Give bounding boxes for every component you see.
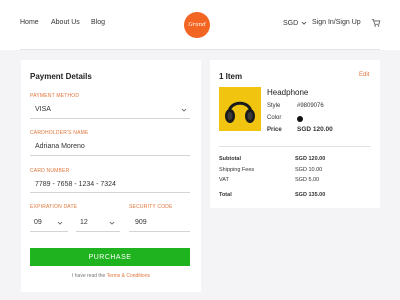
product-name: Headphone xyxy=(267,88,309,97)
item-count-title: 1 Item xyxy=(219,72,243,81)
terms-text: I have read the Terms & Conditions xyxy=(21,273,201,279)
vat-label: VAT xyxy=(219,177,229,183)
vat-value: SGD 5.00 xyxy=(295,177,320,183)
chevron-down-icon xyxy=(181,108,187,112)
cardholder-name-input[interactable]: Adriana Moreno xyxy=(35,143,85,150)
security-code-input[interactable]: 909 xyxy=(135,219,147,226)
brand-logo[interactable]: Grand xyxy=(184,12,210,38)
security-code-label: SECURITY CODE xyxy=(129,204,173,210)
edit-cart-link[interactable]: Edit xyxy=(359,72,369,78)
style-label: Style xyxy=(267,103,281,109)
chevron-down-icon xyxy=(57,221,63,225)
payment-method-underline xyxy=(30,118,190,119)
security-code-underline xyxy=(129,231,190,232)
terms-prefix: I have read the xyxy=(71,273,107,279)
price-value: SGD 120.00 xyxy=(297,126,333,133)
order-summary-card: 1 Item Edit Headphone Style #9809076 Col… xyxy=(210,60,380,208)
expiry-year-underline xyxy=(76,231,120,232)
expiration-date-label: EXPIRATION DATE xyxy=(30,204,78,210)
expiry-month-value: 09 xyxy=(34,219,42,226)
card-number-input[interactable]: 7789 - 7658 - 1234 - 7324 xyxy=(35,181,116,188)
nav-blog-link[interactable]: Blog xyxy=(91,19,105,26)
payment-details-title: Payment Details xyxy=(30,72,92,81)
payment-details-card: Payment Details PAYMENT METHOD VISA CARD… xyxy=(21,60,201,292)
brand-logo-text: Grand xyxy=(188,22,206,28)
headphone-image xyxy=(219,87,261,131)
chevron-down-icon xyxy=(301,21,307,25)
payment-method-label: PAYMENT METHOD xyxy=(30,93,80,99)
payment-method-value: VISA xyxy=(35,106,51,113)
price-label: Price xyxy=(267,127,282,133)
top-navigation-bar: Home About Us Blog Grand SGD Sign In/Sig… xyxy=(0,0,400,50)
terms-and-conditions-link[interactable]: Terms & Conditions xyxy=(107,273,150,279)
summary-divider xyxy=(219,146,371,147)
chevron-down-icon xyxy=(109,221,115,225)
subtotal-label: Subtotal xyxy=(219,156,241,162)
color-label: Color xyxy=(267,115,282,121)
card-number-underline xyxy=(30,192,190,193)
total-label: Total xyxy=(219,192,232,198)
subtotal-value: SGD 120.00 xyxy=(295,156,326,162)
expiry-year-value: 12 xyxy=(80,219,88,226)
nav-about-us-link[interactable]: About Us xyxy=(51,19,80,26)
header-divider xyxy=(20,49,380,50)
headphone-image-graphic xyxy=(225,101,255,123)
cardholder-name-underline xyxy=(30,155,190,156)
currency-label: SGD xyxy=(283,19,299,27)
currency-selector[interactable]: SGD xyxy=(283,19,308,27)
sign-in-sign-up-link[interactable]: Sign In/Sign Up xyxy=(312,19,361,26)
expiry-year-select[interactable]: 12 xyxy=(76,216,120,230)
purchase-button[interactable]: PURCHASE xyxy=(30,248,190,266)
expiry-month-select[interactable]: 09 xyxy=(30,216,68,230)
cart-icon[interactable] xyxy=(371,18,381,28)
color-swatch xyxy=(297,116,303,122)
style-value: #9809076 xyxy=(297,103,324,109)
shipping-fees-value: SGD 10.00 xyxy=(295,167,323,173)
nav-home-link[interactable]: Home xyxy=(20,19,39,26)
total-value: SGD 135.00 xyxy=(295,192,326,198)
card-number-label: CARD NUMBER xyxy=(30,168,70,174)
cardholder-name-label: CARDHOLDER'S NAME xyxy=(30,130,89,136)
shipping-fees-label: Shipping Fees xyxy=(219,167,255,173)
expiry-month-underline xyxy=(30,231,68,232)
payment-method-select[interactable]: VISA xyxy=(30,102,190,118)
